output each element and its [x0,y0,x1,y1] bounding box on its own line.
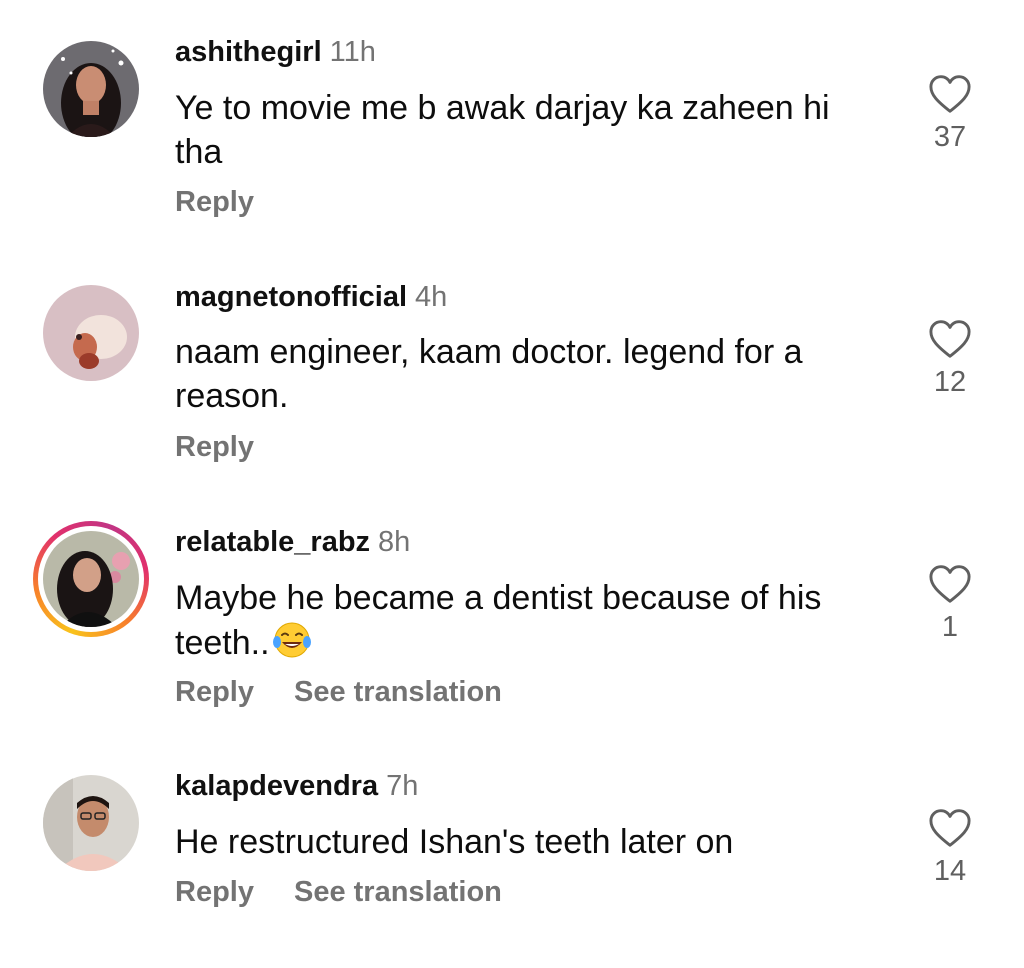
avatar-image [43,285,139,381]
avatar-image [43,41,139,137]
reply-button[interactable]: Reply [175,876,254,908]
comment-header: kalapdevendra 7h [175,768,418,804]
heart-outline-icon[interactable] [928,74,972,114]
heart-outline-icon[interactable] [928,808,972,848]
comment-header: relatable_rabz 8h [175,524,410,560]
heart-outline-icon[interactable] [928,319,972,359]
comment-time: 4h [415,281,448,313]
like-count: 12 [933,366,967,398]
reply-button[interactable]: Reply [175,676,254,708]
like-count: 14 [933,855,967,887]
comment-time: 7h [386,770,419,802]
story-ring [33,521,149,637]
comment-text: Maybe he became a dentist because of his… [175,576,875,665]
comment-actions: Reply [175,184,294,220]
avatar[interactable] [43,775,139,871]
comment-text: naam engineer, kaam doctor. legend for a… [175,333,803,415]
like-control: 37 [915,74,985,154]
username[interactable]: magnetonofficial [175,281,407,313]
avatar[interactable] [43,285,139,381]
like-control: 12 [915,319,985,399]
comment-actions: Reply See translation [175,674,542,710]
avatar-image [43,775,139,871]
comment-text: He restructured Ishan's teeth later on [175,823,734,861]
username[interactable]: ashithegirl [175,36,322,68]
like-count: 37 [933,121,967,153]
comment-header: ashithegirl 11h [175,34,376,70]
like-control: 1 [915,564,985,644]
comment-time: 8h [378,526,411,558]
avatar[interactable] [33,521,149,637]
like-control: 14 [915,808,985,888]
reply-button[interactable]: Reply [175,431,254,463]
heart-outline-icon[interactable] [928,564,972,604]
avatar[interactable] [43,41,139,137]
comment-actions: Reply [175,429,294,465]
comment-header: magnetonofficial 4h [175,279,447,315]
comment-time: 11h [329,36,376,68]
see-translation-button[interactable]: See translation [294,876,502,908]
face-with-tears-of-joy-icon [272,622,311,658]
username[interactable]: kalapdevendra [175,770,378,802]
reply-button[interactable]: Reply [175,186,254,218]
comment-actions: Reply See translation [175,874,542,910]
like-count: 1 [941,611,959,643]
comment-text: Ye to movie me b awak darjay ka zaheen h… [175,89,830,171]
avatar-image [43,531,139,627]
see-translation-button[interactable]: See translation [294,676,502,708]
username[interactable]: relatable_rabz [175,526,370,558]
